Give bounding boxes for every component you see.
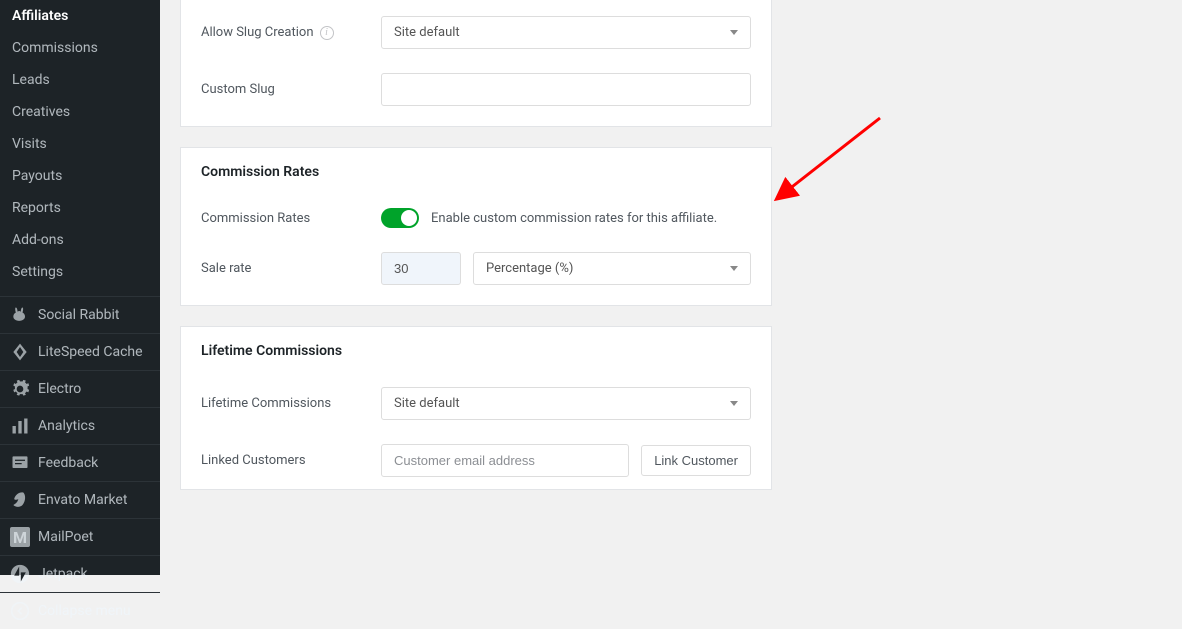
sidebar-item-addons[interactable]: Add-ons	[0, 224, 160, 256]
commission-rates-panel: Commission Rates Commission Rates Enable…	[180, 147, 772, 306]
slug-panel: Allow Slug Creation i Site default Custo…	[180, 0, 772, 127]
sidebar-item-creatives[interactable]: Creatives	[0, 96, 160, 128]
commission-rates-title: Commission Rates	[181, 148, 771, 196]
allow-slug-label: Allow Slug Creation i	[201, 25, 381, 40]
jetpack-icon	[10, 564, 30, 584]
linked-customers-label: Linked Customers	[201, 453, 381, 468]
chevron-down-icon	[730, 30, 738, 35]
commission-toggle-label: Commission Rates	[201, 211, 381, 226]
commission-toggle[interactable]	[381, 208, 419, 228]
analytics-icon	[10, 416, 30, 436]
admin-sidebar: Affiliates Commissions Leads Creatives V…	[0, 0, 160, 575]
lifetime-select[interactable]: Site default	[381, 387, 751, 420]
sidebar-item-envato[interactable]: Envato Market	[0, 481, 160, 518]
info-icon[interactable]: i	[320, 26, 334, 40]
sidebar-item-jetpack[interactable]: Jetpack	[0, 555, 160, 592]
linked-customer-email-input[interactable]	[381, 444, 629, 477]
main-content: Allow Slug Creation i Site default Custo…	[160, 0, 1182, 575]
chevron-down-icon	[730, 401, 738, 406]
custom-slug-input[interactable]	[381, 73, 751, 106]
sidebar-item-litespeed[interactable]: LiteSpeed Cache	[0, 333, 160, 370]
sidebar-item-visits[interactable]: Visits	[0, 128, 160, 160]
feedback-icon	[10, 453, 30, 473]
sidebar-collapse-menu[interactable]: Collapse menu	[0, 592, 160, 629]
sidebar-item-mailpoet[interactable]: M MailPoet	[0, 518, 160, 555]
sidebar-item-electro[interactable]: Electro	[0, 370, 160, 407]
lifetime-commissions-panel: Lifetime Commissions Lifetime Commission…	[180, 326, 772, 490]
mailpoet-icon: M	[10, 527, 30, 547]
link-customer-button[interactable]: Link Customer	[641, 445, 751, 476]
sale-rate-type-select[interactable]: Percentage (%)	[473, 252, 751, 285]
gear-icon	[10, 379, 30, 399]
sidebar-item-feedback[interactable]: Feedback	[0, 444, 160, 481]
sidebar-item-affiliates[interactable]: Affiliates	[0, 0, 160, 32]
litespeed-icon	[10, 342, 30, 362]
sidebar-item-social-rabbit[interactable]: Social Rabbit	[0, 296, 160, 333]
sale-rate-input[interactable]	[381, 252, 461, 285]
sidebar-item-leads[interactable]: Leads	[0, 64, 160, 96]
collapse-icon	[10, 601, 30, 621]
lifetime-title: Lifetime Commissions	[181, 327, 771, 375]
sidebar-item-commissions[interactable]: Commissions	[0, 32, 160, 64]
sidebar-item-settings[interactable]: Settings	[0, 256, 160, 288]
rabbit-icon	[10, 305, 30, 325]
sale-rate-label: Sale rate	[201, 261, 381, 276]
lifetime-select-label: Lifetime Commissions	[201, 396, 381, 411]
allow-slug-select[interactable]: Site default	[381, 16, 751, 49]
sidebar-item-reports[interactable]: Reports	[0, 192, 160, 224]
commission-toggle-text: Enable custom commission rates for this …	[431, 211, 717, 226]
sidebar-item-analytics[interactable]: Analytics	[0, 407, 160, 444]
envato-icon	[10, 490, 30, 510]
chevron-down-icon	[730, 266, 738, 271]
sidebar-item-payouts[interactable]: Payouts	[0, 160, 160, 192]
custom-slug-label: Custom Slug	[201, 82, 381, 97]
